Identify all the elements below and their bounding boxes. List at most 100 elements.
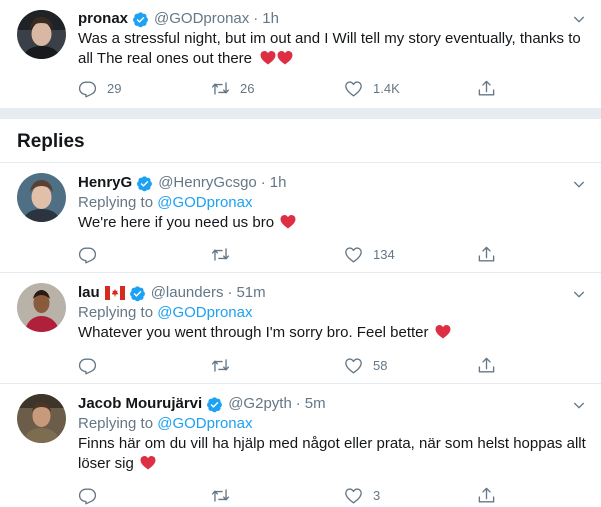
action-bar: 134 — [78, 244, 507, 264]
chevron-down-icon[interactable] — [571, 176, 587, 192]
like-count: 134 — [373, 246, 395, 262]
verified-badge-icon — [132, 11, 149, 28]
share-icon — [477, 486, 496, 505]
share-icon — [477, 356, 496, 375]
verified-badge-icon — [129, 285, 146, 302]
username[interactable]: @launders — [151, 283, 224, 303]
share-button[interactable] — [477, 78, 507, 98]
main-tweet[interactable]: pronax @GODpronax · 1h Was a stressful n… — [0, 0, 601, 108]
avatar[interactable] — [17, 10, 66, 59]
reply-icon — [78, 356, 97, 375]
display-name[interactable]: lau — [78, 283, 100, 303]
retweet-button[interactable] — [211, 355, 344, 375]
display-name[interactable]: HenryG — [78, 173, 132, 193]
reply-button[interactable] — [78, 244, 211, 264]
reply-count: 29 — [107, 80, 122, 96]
retweet-icon — [211, 245, 230, 264]
timestamp[interactable]: 51m — [236, 283, 265, 303]
retweet-button[interactable]: 26 — [211, 78, 344, 98]
like-button[interactable]: 3 — [344, 485, 477, 505]
like-count: 58 — [373, 357, 388, 373]
chevron-down-icon[interactable] — [571, 11, 587, 27]
red-heart-emoji-icon — [435, 324, 451, 339]
reply-button[interactable] — [78, 485, 211, 505]
share-icon — [477, 245, 496, 264]
tweet-header: lau @launders · 51m — [78, 283, 587, 303]
red-heart-emoji-icon — [260, 50, 276, 65]
replies-title: Replies — [17, 131, 85, 152]
share-button[interactable] — [477, 244, 507, 264]
verified-badge-icon — [206, 396, 223, 413]
reply-button[interactable] — [78, 355, 211, 375]
retweet-button[interactable] — [211, 485, 344, 505]
timestamp[interactable]: 1h — [262, 9, 279, 29]
separator-dot: · — [295, 395, 301, 412]
username[interactable]: @GODpronax — [154, 9, 249, 29]
replying-to: Replying to @GODpronax — [78, 193, 587, 213]
heart-icon — [344, 245, 363, 264]
chevron-down-icon[interactable] — [571, 397, 587, 413]
red-heart-emoji-icon — [280, 214, 296, 229]
timestamp[interactable]: 1h — [270, 173, 287, 193]
tweet-text-content: We're here if you need us bro — [78, 214, 275, 231]
replying-to-label: Replying to — [78, 194, 154, 211]
separator-dot: · — [260, 174, 266, 191]
action-bar: 58 — [78, 355, 507, 375]
like-count: 1.4K — [373, 80, 400, 96]
red-heart-emoji-icon — [140, 455, 156, 470]
canada-flag-icon — [104, 286, 125, 300]
share-button[interactable] — [477, 485, 507, 505]
heart-icon — [344, 356, 363, 375]
tweet-text: We're here if you need us bro — [78, 213, 587, 233]
like-button[interactable]: 134 — [344, 244, 477, 264]
tweet-header: HenryG @HenryGcsgo · 1h — [78, 173, 587, 193]
avatar[interactable] — [17, 283, 66, 332]
mention-link[interactable]: @GODpronax — [157, 194, 252, 211]
heart-icon — [344, 486, 363, 505]
mention-link[interactable]: @GODpronax — [157, 415, 252, 432]
separator-dot: · — [227, 284, 233, 301]
tweet-text: Finns här om du vill ha hjälp med något … — [78, 434, 587, 474]
chevron-down-icon[interactable] — [571, 286, 587, 302]
reply-icon — [78, 245, 97, 264]
like-button[interactable]: 58 — [344, 355, 477, 375]
tweet-text-content: Whatever you went through I'm sorry bro.… — [78, 324, 429, 341]
replying-to-label: Replying to — [78, 304, 154, 321]
replying-to: Replying to @GODpronax — [78, 414, 587, 434]
tweet-text: Was a stressful night, but im out and I … — [78, 29, 587, 69]
red-heart-emoji-icon — [277, 50, 293, 65]
timestamp[interactable]: 5m — [305, 394, 326, 414]
username[interactable]: @HenryGcsgo — [158, 173, 257, 193]
section-separator — [0, 108, 601, 119]
replying-to: Replying to @GODpronax — [78, 303, 587, 323]
reply-tweet[interactable]: Jacob Mourujärvi @G2pyth · 5m Replying t… — [0, 384, 601, 507]
tweet-header: pronax @GODpronax · 1h — [78, 9, 587, 29]
heart-icon — [344, 79, 363, 98]
action-bar: 29 26 1.4K — [78, 78, 507, 98]
display-name[interactable]: pronax — [78, 9, 128, 29]
retweet-button[interactable] — [211, 244, 344, 264]
reply-icon — [78, 486, 97, 505]
mention-link[interactable]: @GODpronax — [157, 304, 252, 321]
reply-button[interactable]: 29 — [78, 78, 211, 98]
replies-header: Replies — [0, 119, 601, 163]
reply-tweet[interactable]: HenryG @HenryGcsgo · 1h Replying to @GOD… — [0, 163, 601, 273]
avatar[interactable] — [17, 173, 66, 222]
username[interactable]: @G2pyth — [228, 394, 292, 414]
retweet-icon — [211, 356, 230, 375]
action-bar: 3 — [78, 485, 507, 505]
tweet-text: Whatever you went through I'm sorry bro.… — [78, 323, 587, 343]
retweet-icon — [211, 486, 230, 505]
display-name[interactable]: Jacob Mourujärvi — [78, 394, 202, 414]
replying-to-label: Replying to — [78, 415, 154, 432]
reply-icon — [78, 79, 97, 98]
tweet-text-content: Was a stressful night, but im out and I … — [78, 30, 581, 67]
tweet-header: Jacob Mourujärvi @G2pyth · 5m — [78, 394, 587, 414]
reply-tweet[interactable]: lau @launders · 51m Replying to @GODpron… — [0, 273, 601, 384]
like-button[interactable]: 1.4K — [344, 78, 477, 98]
separator-dot: · — [253, 10, 259, 27]
share-button[interactable] — [477, 355, 507, 375]
verified-badge-icon — [136, 175, 153, 192]
retweet-count: 26 — [240, 80, 255, 96]
avatar[interactable] — [17, 394, 66, 443]
